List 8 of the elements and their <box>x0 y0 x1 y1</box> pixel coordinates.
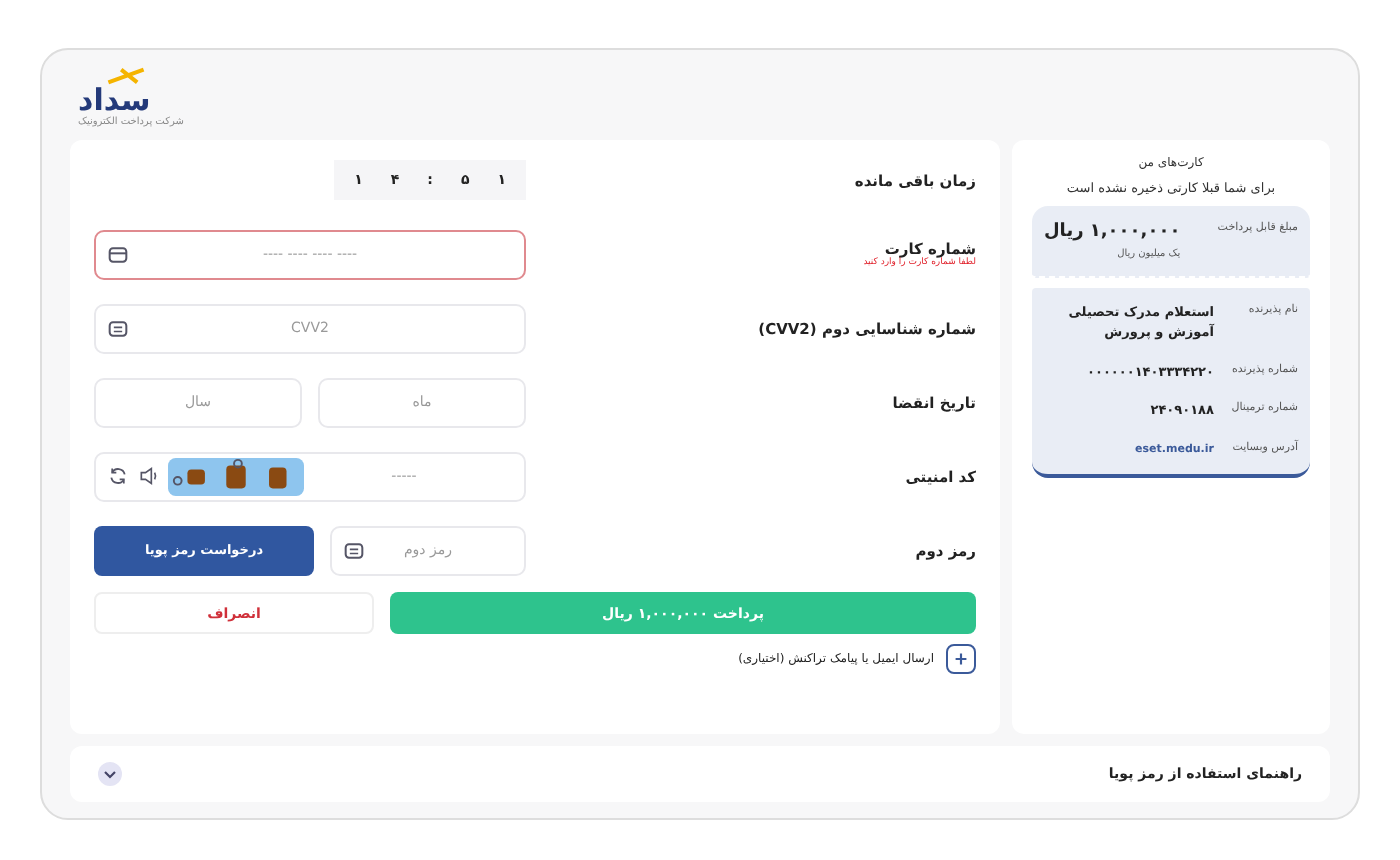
add-icon[interactable] <box>946 644 976 674</box>
speaker-icon[interactable] <box>138 466 158 486</box>
keyboard-icon <box>108 319 128 337</box>
keyboard-icon <box>344 541 364 559</box>
amount-value: ۱,۰۰۰,۰۰۰ ریال <box>1044 222 1181 242</box>
refresh-icon[interactable] <box>108 466 128 486</box>
chevron-icon <box>98 762 122 786</box>
card-icon <box>108 245 128 263</box>
